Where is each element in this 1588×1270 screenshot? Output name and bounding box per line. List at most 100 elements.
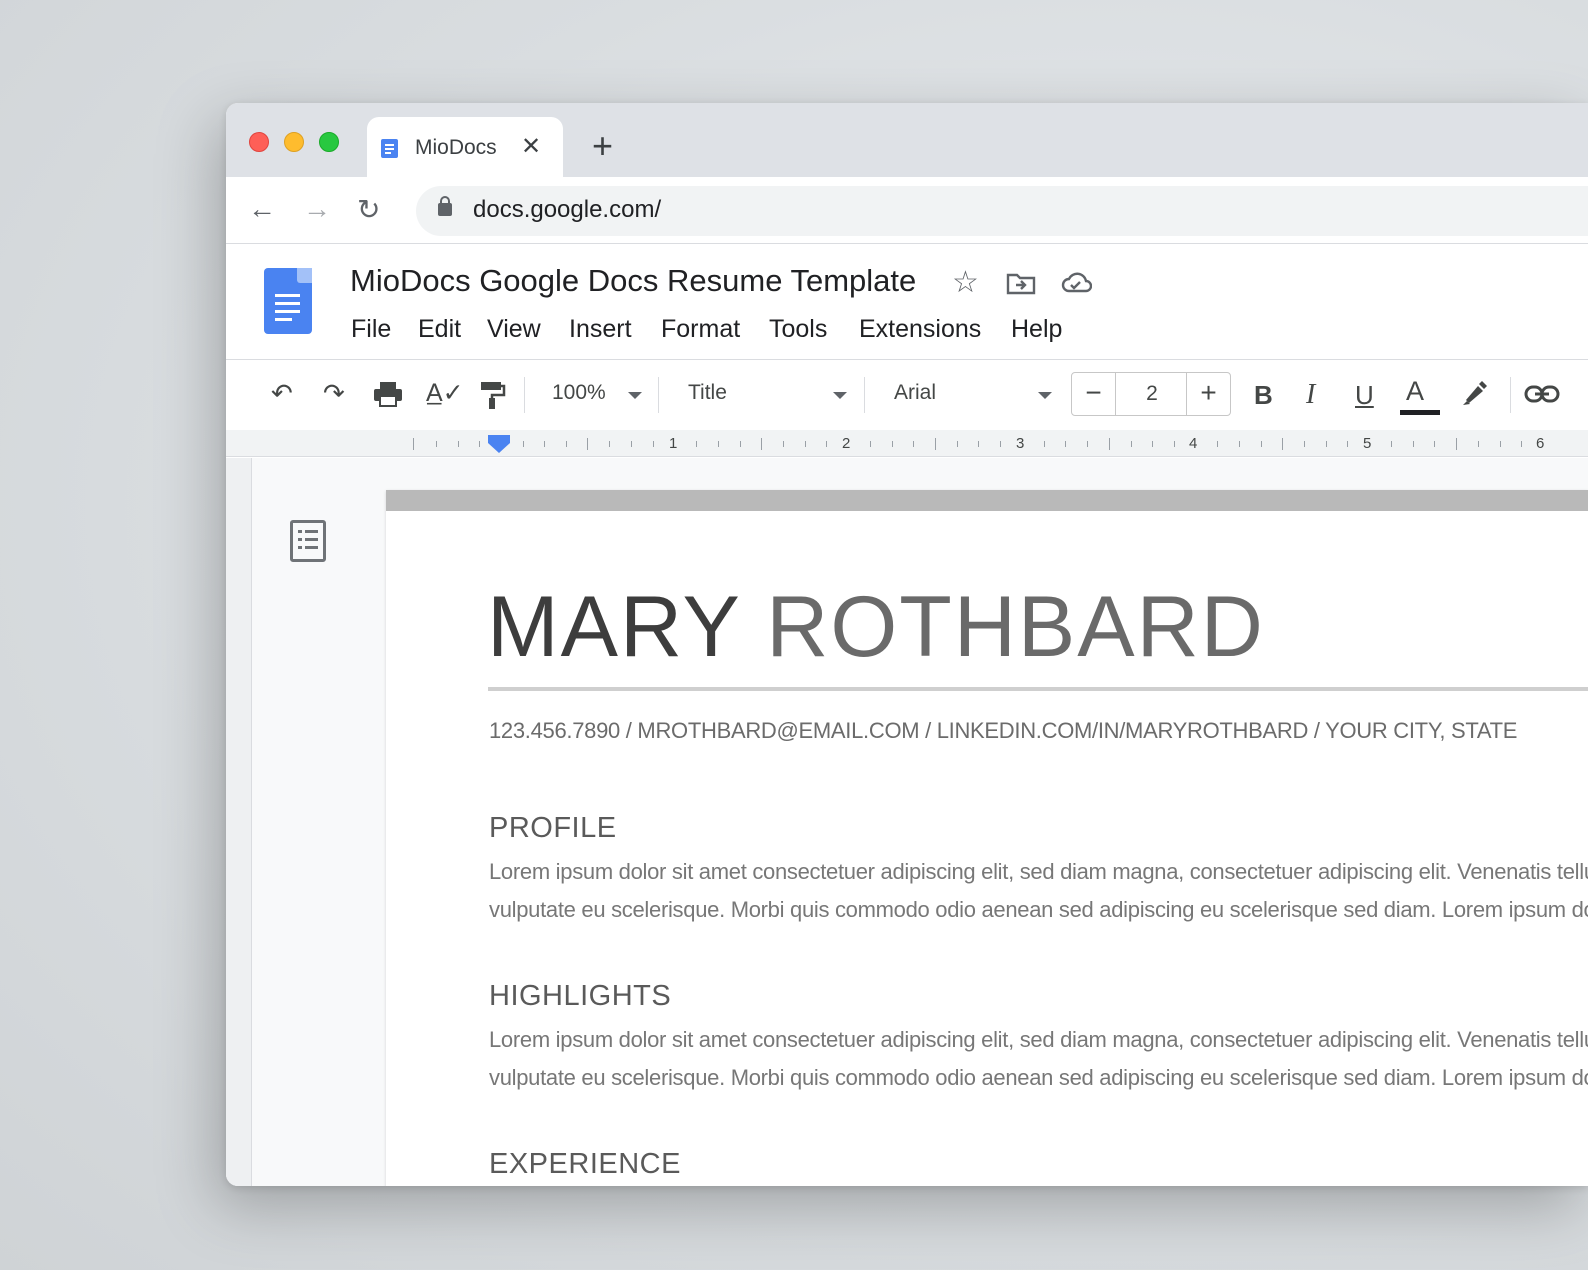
ruler-number: 3 [1016,435,1025,452]
left-gutter [226,458,252,1186]
browser-tab-miodocs[interactable]: MioDocs ✕ [367,117,563,179]
ruler-tick [1239,441,1240,447]
menu-tools[interactable]: Tools [769,315,827,344]
resume-first-name: MARY [487,579,741,675]
lock-icon[interactable] [438,196,452,216]
ruler-tick [978,441,979,447]
font-caret-icon[interactable] [1038,392,1052,399]
ruler-tick [1304,441,1305,447]
redo-icon[interactable]: ↷ [323,378,345,409]
menu-file[interactable]: File [351,315,391,344]
document-outline-icon[interactable] [290,520,326,562]
forward-arrow-icon[interactable]: → [303,193,331,225]
ruler-tick [1391,441,1392,447]
document-page[interactable]: MARY ROTHBARD 123.456.7890 / MROTHBARD@E… [386,490,1588,1186]
text-color-button[interactable]: A [1406,376,1424,407]
italic-button[interactable]: I [1306,379,1315,411]
font-select[interactable]: Arial [894,381,936,405]
ruler-tick [436,441,437,447]
ruler-number: 5 [1363,435,1372,452]
menu-format[interactable]: Format [661,315,740,344]
decrease-font-size-button[interactable]: − [1072,373,1116,415]
ruler-tick [523,441,524,447]
close-window-button[interactable] [249,132,269,152]
ruler-tick [1347,441,1348,447]
ruler-tick [1174,441,1175,447]
increase-font-size-button[interactable]: + [1186,373,1230,415]
omnibox[interactable]: docs.google.com/ [416,186,1588,236]
menu-extensions[interactable]: Extensions [859,315,981,344]
menu-edit[interactable]: Edit [418,315,461,344]
ruler-number: 2 [842,435,851,452]
ruler-tick [609,441,610,447]
paint-format-icon[interactable] [478,380,506,410]
horizontal-ruler[interactable]: 1 2 3 4 5 6 [226,430,1588,457]
ruler-tick [566,441,567,447]
style-select[interactable]: Title [688,381,727,405]
ruler-tick [957,441,958,447]
ruler-tick [653,441,654,447]
insert-link-icon[interactable] [1524,384,1560,404]
menu-help[interactable]: Help [1011,315,1062,344]
font-size-input[interactable]: 2 [1116,373,1188,415]
document-title[interactable]: MioDocs Google Docs Resume Template [350,263,916,299]
first-line-indent-marker[interactable] [488,435,510,443]
underline-button[interactable]: U [1355,380,1374,411]
back-arrow-icon[interactable]: ← [248,193,276,225]
ruler-tick [761,438,762,450]
profile-line[interactable]: vulputate eu scelerisque. Morbi quis com… [489,891,1588,929]
ruler-number: 1 [669,435,678,452]
highlights-line[interactable]: Lorem ipsum dolor sit amet consectetuer … [489,1021,1588,1059]
ruler-number: 4 [1189,435,1198,452]
docs-favicon-icon [381,139,398,158]
highlight-pen-icon[interactable] [1460,378,1490,408]
move-folder-icon[interactable] [1006,271,1036,295]
left-indent-marker[interactable] [488,443,510,453]
undo-icon[interactable]: ↶ [271,378,293,409]
google-docs-logo-icon[interactable] [264,268,312,334]
formatting-toolbar: ↶ ↷ A̲✓ 100% Title Arial − 2 + B I U A [226,360,1588,430]
text-color-swatch [1400,410,1440,415]
url-text[interactable]: docs.google.com/ [473,196,661,224]
section-heading-highlights[interactable]: HIGHLIGHTS [489,980,671,1013]
ruler-tick [913,441,914,447]
resume-name[interactable]: MARY ROTHBARD [487,578,1265,677]
ruler-tick [740,441,741,447]
print-icon[interactable] [372,380,404,408]
browser-titlebar: MioDocs ✕ + [226,103,1588,179]
maximize-window-button[interactable] [319,132,339,152]
profile-line[interactable]: Lorem ipsum dolor sit amet consectetuer … [489,853,1588,891]
browser-window: MioDocs ✕ + ← → ↻ docs.google.com/ MioDo… [226,103,1588,1186]
cloud-saved-icon[interactable] [1060,271,1092,295]
ruler-tick [935,438,936,450]
zoom-caret-icon[interactable] [628,392,642,399]
zoom-select[interactable]: 100% [552,381,606,405]
ruler-tick [1326,441,1327,447]
ruler-tick [1261,441,1262,447]
font-size-stepper: − 2 + [1071,372,1231,416]
reload-icon[interactable]: ↻ [357,193,380,226]
star-icon[interactable]: ☆ [952,265,979,300]
new-tab-button[interactable]: + [592,125,613,167]
contact-line[interactable]: 123.456.7890 / MROTHBARD@EMAIL.COM / LIN… [489,718,1517,744]
section-heading-experience[interactable]: EXPERIENCE [489,1148,681,1181]
spellcheck-icon[interactable]: A̲✓ [426,378,464,408]
ruler-tick [458,441,459,447]
toolbar-divider [658,377,659,413]
resume-last-name: ROTHBARD [766,579,1265,675]
ruler-tick [826,441,827,447]
ruler-tick [783,441,784,447]
ruler-tick [1152,441,1153,447]
menu-view[interactable]: View [487,315,541,344]
toolbar-divider [1510,377,1511,413]
ruler-tick [413,438,414,450]
highlights-line[interactable]: vulputate eu scelerisque. Morbi quis com… [489,1059,1588,1097]
style-caret-icon[interactable] [833,392,847,399]
ruler-tick [1131,441,1132,447]
minimize-window-button[interactable] [284,132,304,152]
ruler-tick [1434,441,1435,447]
bold-button[interactable]: B [1254,380,1273,411]
menu-insert[interactable]: Insert [569,315,632,344]
section-heading-profile[interactable]: PROFILE [489,812,617,845]
close-tab-icon[interactable]: ✕ [521,132,541,161]
